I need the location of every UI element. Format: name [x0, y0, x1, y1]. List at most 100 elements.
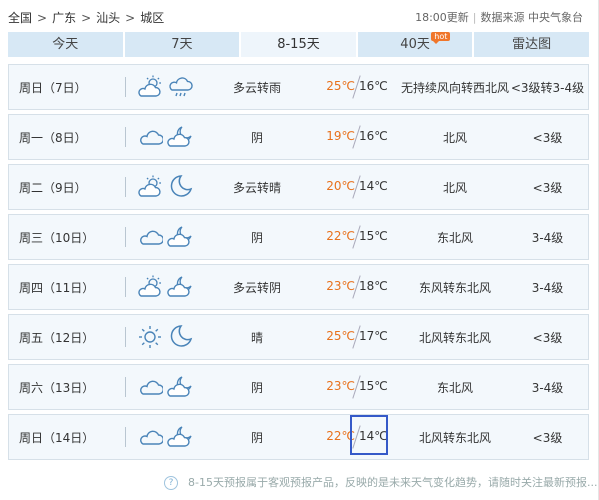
high-temperature: 20℃	[326, 179, 355, 193]
forecast-date: 周二（9日）	[19, 181, 87, 195]
wind-level: <3级转3-4级	[510, 81, 585, 95]
high-temperature: 25℃	[326, 329, 355, 343]
weather-icons	[137, 374, 197, 400]
wind-level: 3-4级	[531, 281, 564, 295]
high-temperature: 23℃	[326, 279, 355, 293]
weather-icons	[137, 124, 197, 150]
cloud-moon-icon	[167, 276, 192, 297]
weather-icons	[137, 274, 197, 300]
weather-description: 晴	[250, 331, 263, 345]
partly-cloudy-icon	[138, 75, 161, 97]
cloud-icon	[140, 380, 163, 395]
forecast-row: 周六（13日） 阴 23℃ 15℃ 东北风 3-4级	[8, 364, 589, 410]
footer-note: ? 8-15天预报属于客观预报产品，反映的是未来天气变化趋势，请随时关注最新预报.…	[164, 474, 599, 490]
row-divider	[125, 327, 126, 347]
row-divider	[125, 277, 126, 297]
forecast-date: 周日（7日）	[19, 81, 87, 95]
breadcrumb-separator: >	[37, 11, 48, 25]
forecast-date: 周三（10日）	[19, 231, 95, 245]
weather-description: 阴	[250, 131, 263, 145]
row-divider	[125, 127, 126, 147]
tab-7-days[interactable]: 7天	[124, 32, 240, 57]
wind-level: <3级	[532, 181, 563, 195]
weather-icons	[137, 224, 197, 250]
wind-level: <3级	[532, 131, 563, 145]
wind-level: 3-4级	[531, 381, 564, 395]
forecast-row: 周四（11日） 多云转阴 23℃ 18℃ 东风转东北风 3-4级	[8, 264, 589, 310]
meta-divider: |	[472, 11, 477, 24]
highlight-box	[350, 415, 388, 455]
row-divider	[125, 177, 126, 197]
wind-direction: 北风	[442, 181, 467, 195]
wind-level: <3级	[532, 331, 563, 345]
tab-40-days-label: 40天	[400, 37, 430, 52]
forecast-row: 周五（12日） 晴 25℃ 17℃ 北风转东北风 <3级	[8, 314, 589, 360]
weather-description: 多云转晴	[232, 181, 281, 195]
breadcrumb-item-district: 城区	[140, 11, 165, 25]
row-divider	[125, 77, 126, 97]
forecast-date: 周六（13日）	[19, 381, 95, 395]
cloud-moon-icon	[167, 426, 192, 447]
wind-direction: 北风	[442, 131, 467, 145]
moon-icon	[170, 175, 193, 197]
weather-icons	[137, 174, 197, 200]
breadcrumb-separator: >	[81, 11, 92, 25]
breadcrumb-item-country[interactable]: 全国	[8, 11, 32, 25]
cloud-rain-icon	[169, 77, 193, 97]
forecast-row: 周一（8日） 阴 19℃ 16℃ 北风 <3级	[8, 114, 589, 160]
update-meta: 18:00更新 | 数据来源 中央气象台	[415, 9, 583, 25]
weather-description: 阴	[250, 231, 263, 245]
tab-radar[interactable]: 雷达图	[474, 32, 589, 57]
high-temperature: 25℃	[326, 79, 355, 93]
breadcrumb-item-province[interactable]: 广东	[52, 11, 76, 25]
row-divider	[125, 227, 126, 247]
cloud-moon-icon	[167, 126, 192, 147]
forecast-row: 周二（9日） 多云转晴 20℃ 14℃ 北风 <3级	[8, 164, 589, 210]
partly-cloudy-icon	[138, 275, 161, 297]
forecast-row: 周日（7日） 多云转雨 25℃ 16℃ 无持续风向转西北风 <3级转3-4级	[8, 64, 589, 110]
wind-direction: 北风转东北风	[418, 331, 491, 345]
tab-40-days[interactable]: 40天 hot	[357, 32, 473, 57]
question-icon[interactable]: ?	[164, 476, 178, 490]
breadcrumb-item-city[interactable]: 汕头	[96, 11, 120, 25]
row-divider	[125, 377, 126, 397]
low-temperature: 15℃	[359, 229, 388, 243]
tab-8-15-days[interactable]: 8-15天	[241, 32, 356, 57]
wind-direction: 无持续风向转西北风	[400, 81, 509, 95]
forecast-date: 周五（12日）	[19, 331, 95, 345]
weather-description: 阴	[250, 381, 263, 395]
row-divider	[125, 427, 126, 447]
wind-level: 3-4级	[531, 231, 564, 245]
tab-today[interactable]: 今天	[8, 32, 123, 57]
high-temperature: 19℃	[326, 129, 355, 143]
weather-description: 阴	[250, 431, 263, 445]
footer-text: 8-15天预报属于客观预报产品，反映的是未来天气变化趋势，请随时关注最新预报..…	[188, 476, 599, 489]
wind-direction: 东北风	[436, 231, 473, 245]
cloud-icon	[140, 130, 163, 145]
update-time: 18:00更新	[415, 11, 469, 24]
cloud-icon	[140, 430, 163, 445]
low-temperature: 18℃	[359, 279, 388, 293]
forecast-date: 周一（8日）	[19, 131, 87, 145]
high-temperature: 22℃	[326, 429, 355, 443]
weather-icons	[137, 324, 197, 350]
breadcrumb: 全国 > 广东 > 汕头 > 城区	[8, 9, 164, 26]
data-source: 数据来源 中央气象台	[480, 11, 584, 24]
weather-icons	[137, 424, 197, 450]
low-temperature: 16℃	[359, 79, 388, 93]
forecast-row: 周日（14日）阴 22℃ 14℃ 北风转东北风 <3级	[8, 414, 589, 460]
forecast-tabs: 今天 7天 8-15天 40天 hot 雷达图	[8, 32, 589, 57]
partly-cloudy-icon	[138, 175, 161, 197]
cloud-moon-icon	[167, 376, 192, 397]
forecast-date: 周四（11日）	[19, 281, 95, 295]
wind-direction: 东北风	[436, 381, 473, 395]
hot-badge: hot	[431, 32, 451, 44]
low-temperature: 17℃	[359, 329, 388, 343]
wind-direction: 北风转东北风	[418, 431, 491, 445]
low-temperature: 14℃	[359, 179, 388, 193]
wind-level: <3级	[532, 431, 563, 445]
forecast-date: 周日（14日）	[19, 431, 95, 445]
low-temperature: 16℃	[359, 129, 388, 143]
sun-icon	[139, 326, 161, 348]
moon-icon	[170, 325, 193, 347]
